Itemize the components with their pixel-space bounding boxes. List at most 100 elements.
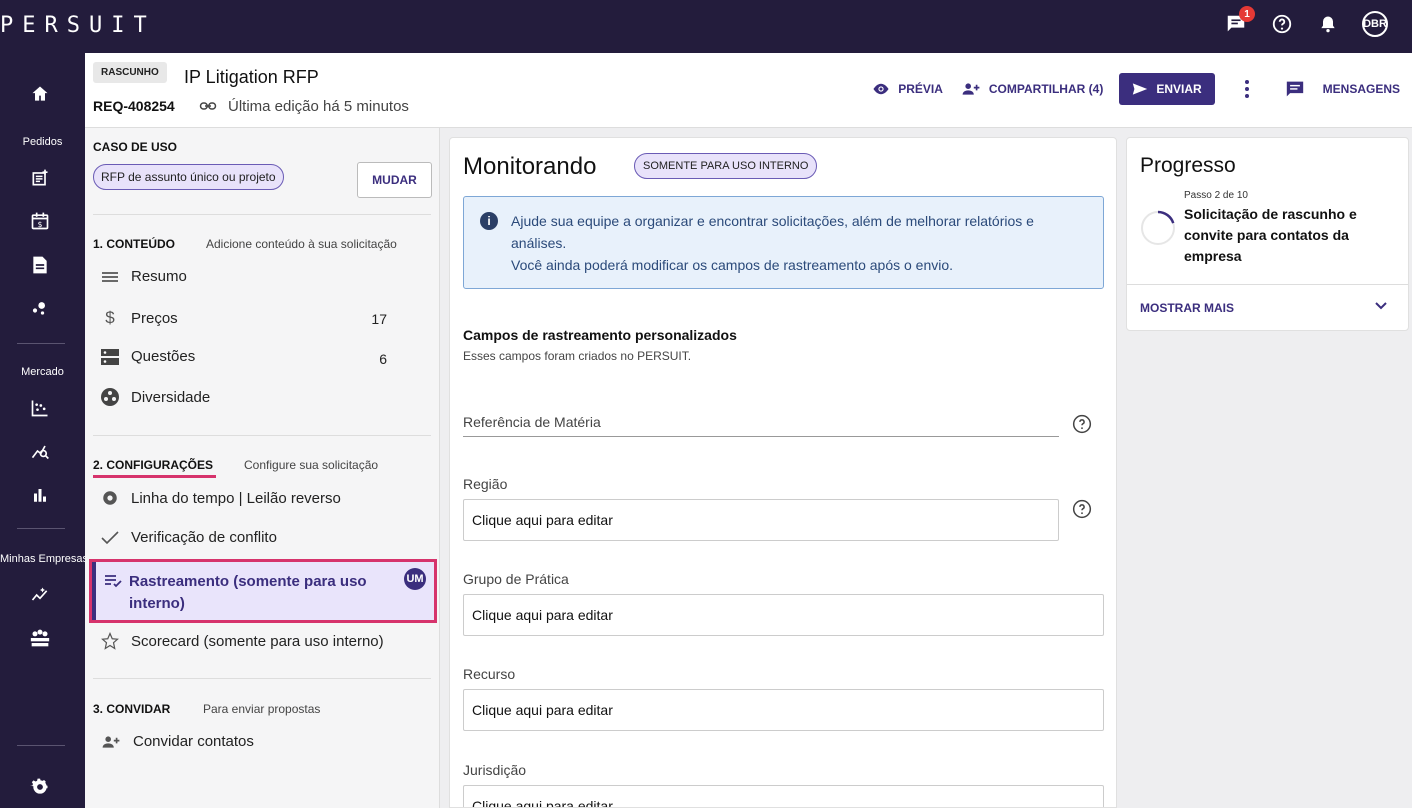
info-line-2: Você ainda poderá modificar os campos de… bbox=[511, 257, 954, 273]
sidebar-item-summary[interactable]: Resumo bbox=[101, 268, 397, 285]
scatter-chart-icon[interactable] bbox=[28, 396, 52, 420]
info-icon: i bbox=[480, 212, 498, 230]
add-person-icon bbox=[102, 735, 120, 748]
matter-reference-field[interactable]: Referência de Matéria bbox=[463, 414, 601, 430]
help-icon[interactable] bbox=[1072, 414, 1092, 434]
region-label: Região bbox=[463, 476, 508, 492]
checklist-icon bbox=[105, 575, 122, 588]
nav-divider bbox=[17, 343, 65, 344]
use-case-title: CASO DE USO bbox=[93, 140, 178, 154]
star-icon bbox=[101, 632, 119, 650]
sidebar-item-label: Resumo bbox=[131, 268, 187, 285]
sidebar-item-tracking[interactable]: Rastreamento (somente para uso interno) … bbox=[89, 559, 437, 623]
messages-button[interactable]: MENSAGENS bbox=[1285, 80, 1400, 98]
settings-gear-icon[interactable] bbox=[28, 775, 52, 799]
sidebar-item-label: Scorecard (somente para uso interno) bbox=[131, 632, 384, 650]
tracking-panel: Monitorando SOMENTE PARA USO INTERNO i A… bbox=[449, 137, 1117, 808]
nav-section-companies: Minhas Empresas bbox=[0, 553, 89, 565]
nav-section-market: Mercado bbox=[21, 366, 64, 378]
top-bar: PERSUIT 1 DBR bbox=[0, 0, 1412, 53]
preview-label: PRÉVIA bbox=[898, 82, 943, 96]
jurisdiction-field[interactable]: Clique aqui para editar bbox=[463, 785, 1104, 807]
gear-icon bbox=[103, 491, 117, 505]
document-icon[interactable] bbox=[28, 253, 52, 277]
content-section-subtitle: Adicione conteúdo à sua solicitação bbox=[206, 237, 397, 251]
practice-group-label: Grupo de Prática bbox=[463, 571, 569, 587]
user-avatar[interactable]: DBR bbox=[1362, 11, 1388, 37]
questions-count: 6 bbox=[379, 351, 387, 367]
sidebar-item-label: Diversidade bbox=[131, 388, 211, 406]
nav-divider bbox=[17, 528, 65, 529]
config-section-title: 2. CONFIGURAÇÕES bbox=[93, 458, 214, 472]
help-icon[interactable] bbox=[1270, 12, 1294, 36]
header-actions: PRÉVIA COMPARTILHAR (4) ENVIAR MENSAGENS bbox=[872, 73, 1400, 105]
page-title: IP Litigation RFP bbox=[184, 67, 319, 87]
sidebar-item-timeline[interactable]: Linha do tempo | Leilão reverso bbox=[101, 489, 397, 507]
practice-group-field[interactable]: Clique aqui para editar bbox=[463, 594, 1104, 636]
sidebar-item-label: Verificação de conflito bbox=[131, 529, 277, 546]
progress-title: Progresso bbox=[1140, 154, 1236, 177]
sidebar-item-diversity[interactable]: Diversidade bbox=[101, 388, 397, 406]
messages-icon[interactable]: 1 bbox=[1224, 6, 1255, 36]
resource-field[interactable]: Clique aqui para editar bbox=[463, 689, 1104, 731]
calendar-dollar-icon[interactable]: $ bbox=[28, 209, 52, 233]
last-edit-time: Última edição há 5 minutos bbox=[228, 98, 409, 115]
check-icon bbox=[101, 530, 119, 544]
use-case-chip: RFP de assunto único ou projeto bbox=[93, 164, 284, 190]
nav-divider bbox=[17, 745, 65, 746]
questions-icon bbox=[101, 348, 119, 365]
svg-text:$: $ bbox=[38, 220, 43, 229]
nav-section-orders: Pedidos bbox=[22, 136, 63, 148]
matter-reference-underline bbox=[463, 436, 1059, 437]
help-icon[interactable] bbox=[1072, 499, 1092, 519]
request-header: RASCUNHO IP Litigation RFP REQ-408254 Úl… bbox=[85, 53, 1412, 128]
section-divider bbox=[93, 678, 431, 679]
progress-step: Passo 2 de 10 bbox=[1184, 190, 1248, 201]
network-icon[interactable] bbox=[28, 296, 52, 320]
bar-chart-icon[interactable] bbox=[28, 483, 52, 507]
jurisdiction-label: Jurisdição bbox=[463, 762, 527, 778]
config-section-subtitle: Configure sua solicitação bbox=[244, 458, 379, 472]
sidebar-item-conflict-check[interactable]: Verificação de conflito bbox=[101, 529, 397, 546]
groups-icon[interactable] bbox=[28, 626, 52, 650]
internal-use-badge: SOMENTE PARA USO INTERNO bbox=[634, 153, 818, 179]
send-label: ENVIAR bbox=[1156, 82, 1202, 96]
info-alert: i Ajude sua equipe a organizar e encontr… bbox=[463, 196, 1104, 289]
dollar-icon: $ bbox=[105, 308, 115, 327]
link-icon[interactable] bbox=[199, 99, 217, 118]
info-text: Ajude sua equipe a organizar e encontrar… bbox=[511, 210, 1091, 276]
more-options-icon[interactable] bbox=[1239, 80, 1255, 98]
sidebar-item-label: Linha do tempo | Leilão reverso bbox=[131, 489, 341, 507]
section-divider bbox=[93, 214, 431, 215]
share-button[interactable]: COMPARTILHAR (4) bbox=[961, 82, 1103, 96]
send-button[interactable]: ENVIAR bbox=[1119, 73, 1215, 105]
change-use-case-button[interactable]: MUDAR bbox=[357, 162, 432, 198]
section-heading: Monitorando bbox=[463, 153, 597, 180]
show-more-button[interactable]: MOSTRAR MAIS bbox=[1140, 301, 1234, 315]
sidebar-item-pricing[interactable]: $ Preços bbox=[101, 308, 397, 328]
sidebar-item-label: Rastreamento (somente para uso interno) bbox=[129, 573, 367, 612]
progress-divider bbox=[1127, 284, 1408, 285]
region-field[interactable]: Clique aqui para editar bbox=[463, 499, 1059, 541]
custom-fields-subtitle: Esses campos foram criados no PERSUIT. bbox=[463, 349, 692, 363]
new-request-icon[interactable] bbox=[28, 166, 52, 190]
progress-description: Solicitação de rascunho e convite para c… bbox=[1184, 206, 1357, 264]
info-line-1: Ajude sua equipe a organizar e encontrar… bbox=[511, 213, 1034, 251]
home-icon[interactable] bbox=[28, 82, 52, 106]
search-analytics-icon[interactable] bbox=[28, 439, 52, 463]
preview-button[interactable]: PRÉVIA bbox=[872, 82, 943, 96]
progress-panel: Progresso Passo 2 de 10 Solicitação de r… bbox=[1126, 137, 1409, 331]
diversity-icon bbox=[101, 388, 119, 406]
avatar: UM bbox=[404, 568, 426, 590]
chevron-down-icon[interactable] bbox=[1374, 301, 1388, 311]
bell-icon[interactable] bbox=[1316, 12, 1340, 36]
progress-ring bbox=[1140, 210, 1176, 246]
sidebar-item-scorecard[interactable]: Scorecard (somente para uso interno) bbox=[101, 632, 397, 650]
sidebar-item-questions[interactable]: Questões bbox=[101, 348, 397, 365]
insights-icon[interactable] bbox=[28, 583, 52, 607]
persuit-logo[interactable]: PERSUIT bbox=[0, 13, 156, 38]
share-label: COMPARTILHAR (4) bbox=[988, 82, 1104, 96]
sidebar-item-invite-contacts[interactable]: Convidar contatos bbox=[101, 733, 397, 750]
content-section-title: 1. CONTEÚDO bbox=[93, 237, 176, 251]
lines-icon bbox=[102, 271, 118, 282]
